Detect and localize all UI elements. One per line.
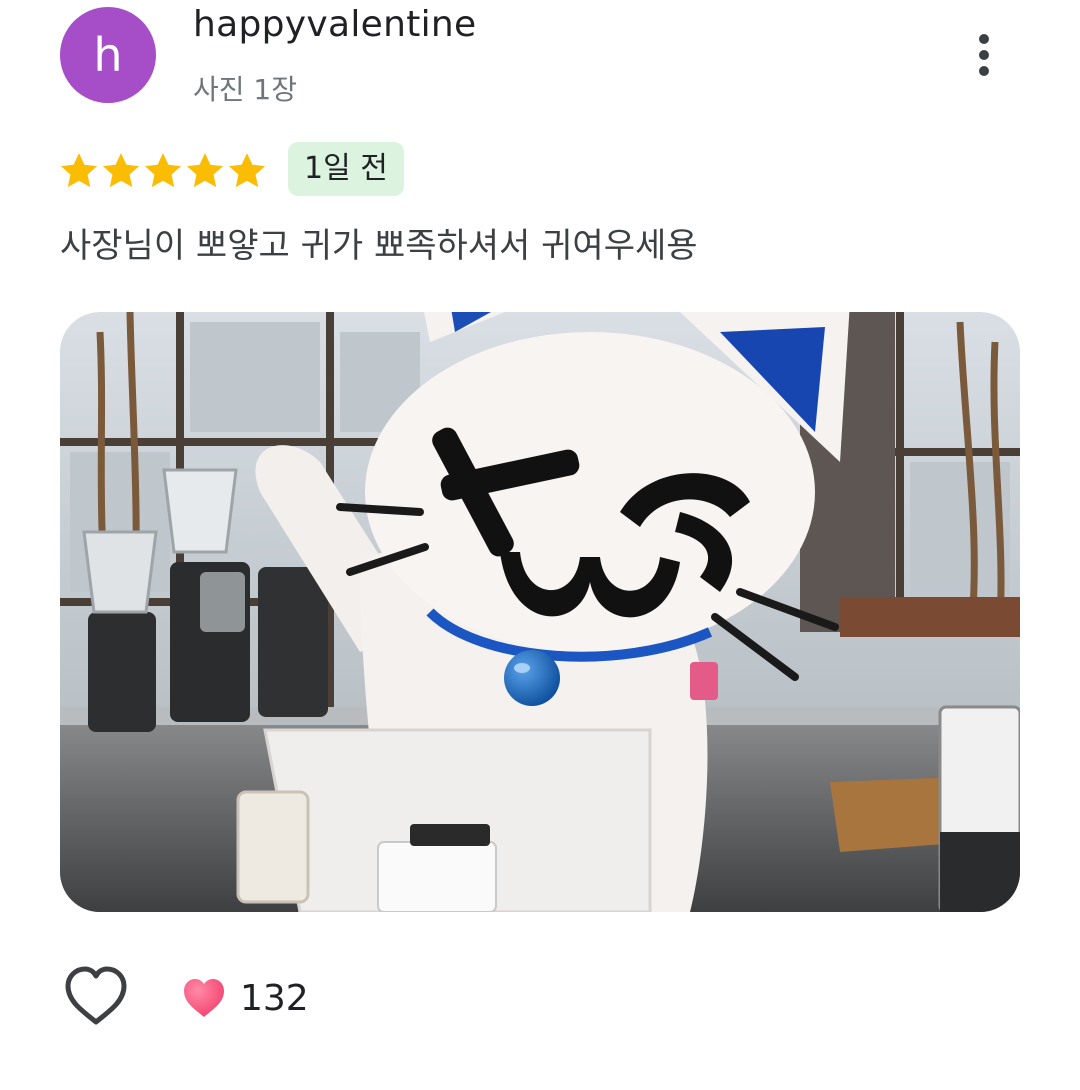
star-icon bbox=[186, 153, 224, 188]
star-rating bbox=[58, 150, 268, 192]
review-photo[interactable] bbox=[60, 312, 1020, 912]
star-icon bbox=[60, 153, 98, 188]
time-badge: 1일 전 bbox=[288, 142, 404, 196]
star-icon bbox=[144, 153, 182, 188]
reaction-count: 132 bbox=[240, 977, 309, 1019]
star-icon bbox=[228, 153, 266, 188]
star-icon bbox=[102, 153, 140, 188]
like-button[interactable] bbox=[62, 964, 130, 1028]
reviewer-name[interactable]: happyvalentine bbox=[193, 4, 477, 45]
reaction-summary[interactable]: 132 bbox=[182, 970, 309, 1026]
photo-count: 사진 1장 bbox=[193, 73, 297, 106]
review-text: 사장님이 뽀얗고 귀가 뾰족하셔서 귀여우세용 bbox=[60, 226, 698, 266]
more-options-button[interactable] bbox=[960, 26, 1008, 84]
heart-outline-icon bbox=[65, 966, 127, 1025]
heart-filled-icon bbox=[184, 979, 224, 1017]
avatar[interactable]: h bbox=[60, 7, 156, 103]
